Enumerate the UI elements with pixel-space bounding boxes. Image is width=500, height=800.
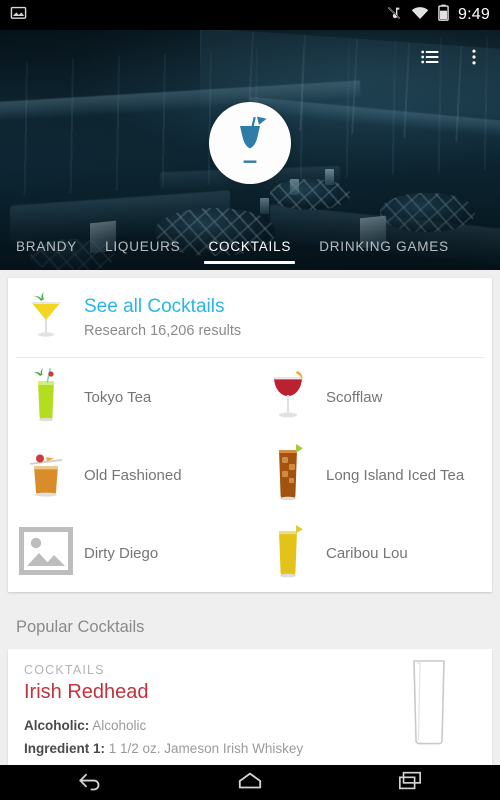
empty-highball-glass-icon [408,660,450,749]
list-icon [420,47,440,70]
home-icon [237,770,263,795]
see-all-cocktails-row[interactable]: See all Cocktails Research 16,206 result… [8,278,492,357]
popular-section-title: Popular Cocktails [16,618,145,636]
status-bar-right: 9:49 [386,4,490,26]
field-label: Alcoholic: [24,718,90,733]
popular-card-image [408,659,450,750]
cocktails-card: See all Cocktails Research 16,206 result… [8,278,492,592]
list-item-scofflaw[interactable]: Scofflaw [250,358,492,436]
battery-icon [438,4,449,26]
hero-header: BRANDY LIQUEURS COCKTAILS DRINKING GAMES [0,30,500,270]
android-nav-bar [0,765,500,800]
home-button[interactable] [224,765,276,800]
recents-icon [398,770,422,795]
list-item-label: Caribou Lou [326,544,408,562]
old-fashioned-thumb [8,448,84,503]
back-button[interactable] [64,765,116,800]
see-all-text: See all Cocktails Research 16,206 result… [84,296,241,339]
app-logo-badge [209,102,291,184]
list-view-button[interactable] [410,38,450,78]
tab-brandy[interactable]: BRANDY [0,222,91,270]
status-bar: 9:49 [0,0,500,30]
see-all-title: See all Cocktails [84,296,225,317]
list-item-label: Scofflaw [326,388,383,406]
see-all-thumb [8,290,84,345]
wifi-icon [411,6,429,25]
back-arrow-icon [78,770,103,795]
more-vert-icon [464,47,484,70]
amber-rocks-icon [24,448,68,503]
cocktail-grid: Tokyo Tea Scofflaw Old Fashioned Long Is… [8,358,492,592]
list-item-caribou-lou[interactable]: Caribou Lou [250,514,492,592]
recents-button[interactable] [384,765,436,800]
field-value: 1 1/2 oz. Jameson Irish Whiskey [105,740,304,756]
cocktail-glass-logo-icon [224,114,276,173]
overflow-menu-button[interactable] [454,38,494,78]
caribou-lou-thumb [250,523,326,584]
yellow-martini-icon [27,290,65,345]
hero-action-bar [410,38,494,78]
silent-mode-icon [386,5,402,26]
status-bar-left [10,4,27,26]
dirty-diego-thumb [8,524,84,580]
red-coupe-icon [270,367,306,428]
tab-drinking-games[interactable]: DRINKING GAMES [305,222,463,270]
list-item-old-fashioned[interactable]: Old Fashioned [8,436,250,514]
content-scroll-area[interactable]: See all Cocktails Research 16,206 result… [0,270,500,765]
tab-liqueurs[interactable]: LIQUEURS [91,222,194,270]
image-placeholder-icon [17,524,75,580]
scofflaw-thumb [250,367,326,428]
list-item-long-island-iced-tea[interactable]: Long Island Iced Tea [250,436,492,514]
tab-cocktails[interactable]: COCKTAILS [194,222,305,270]
field-label: Ingredient 1: [24,740,106,756]
tab-bar: BRANDY LIQUEURS COCKTAILS DRINKING GAMES [0,222,500,270]
screenshot-icon [10,4,27,26]
list-item-tokyo-tea[interactable]: Tokyo Tea [8,358,250,436]
see-all-subtitle: Research 16,206 results [84,323,242,339]
green-highball-icon [31,367,61,428]
list-item-label: Long Island Iced Tea [326,466,465,484]
list-item-label: Dirty Diego [84,544,159,562]
popular-cocktail-card[interactable]: COCKTAILS Irish Redhead Alcoholic: Alcoh… [8,649,492,765]
yellow-highball-icon [272,523,304,584]
status-bar-clock: 9:49 [458,6,490,23]
list-item-label: Old Fashioned [84,466,182,484]
field-value: Alcoholic [89,718,147,733]
app-root: 9:49 BRANDY LIQUEURS COCKTAILS DRINKING … [0,0,500,800]
long-island-thumb [250,443,326,507]
list-item-label: Tokyo Tea [84,388,152,406]
cola-highball-icon [272,443,304,507]
tokyo-tea-thumb [8,367,84,428]
list-item-dirty-diego[interactable]: Dirty Diego [8,514,250,592]
